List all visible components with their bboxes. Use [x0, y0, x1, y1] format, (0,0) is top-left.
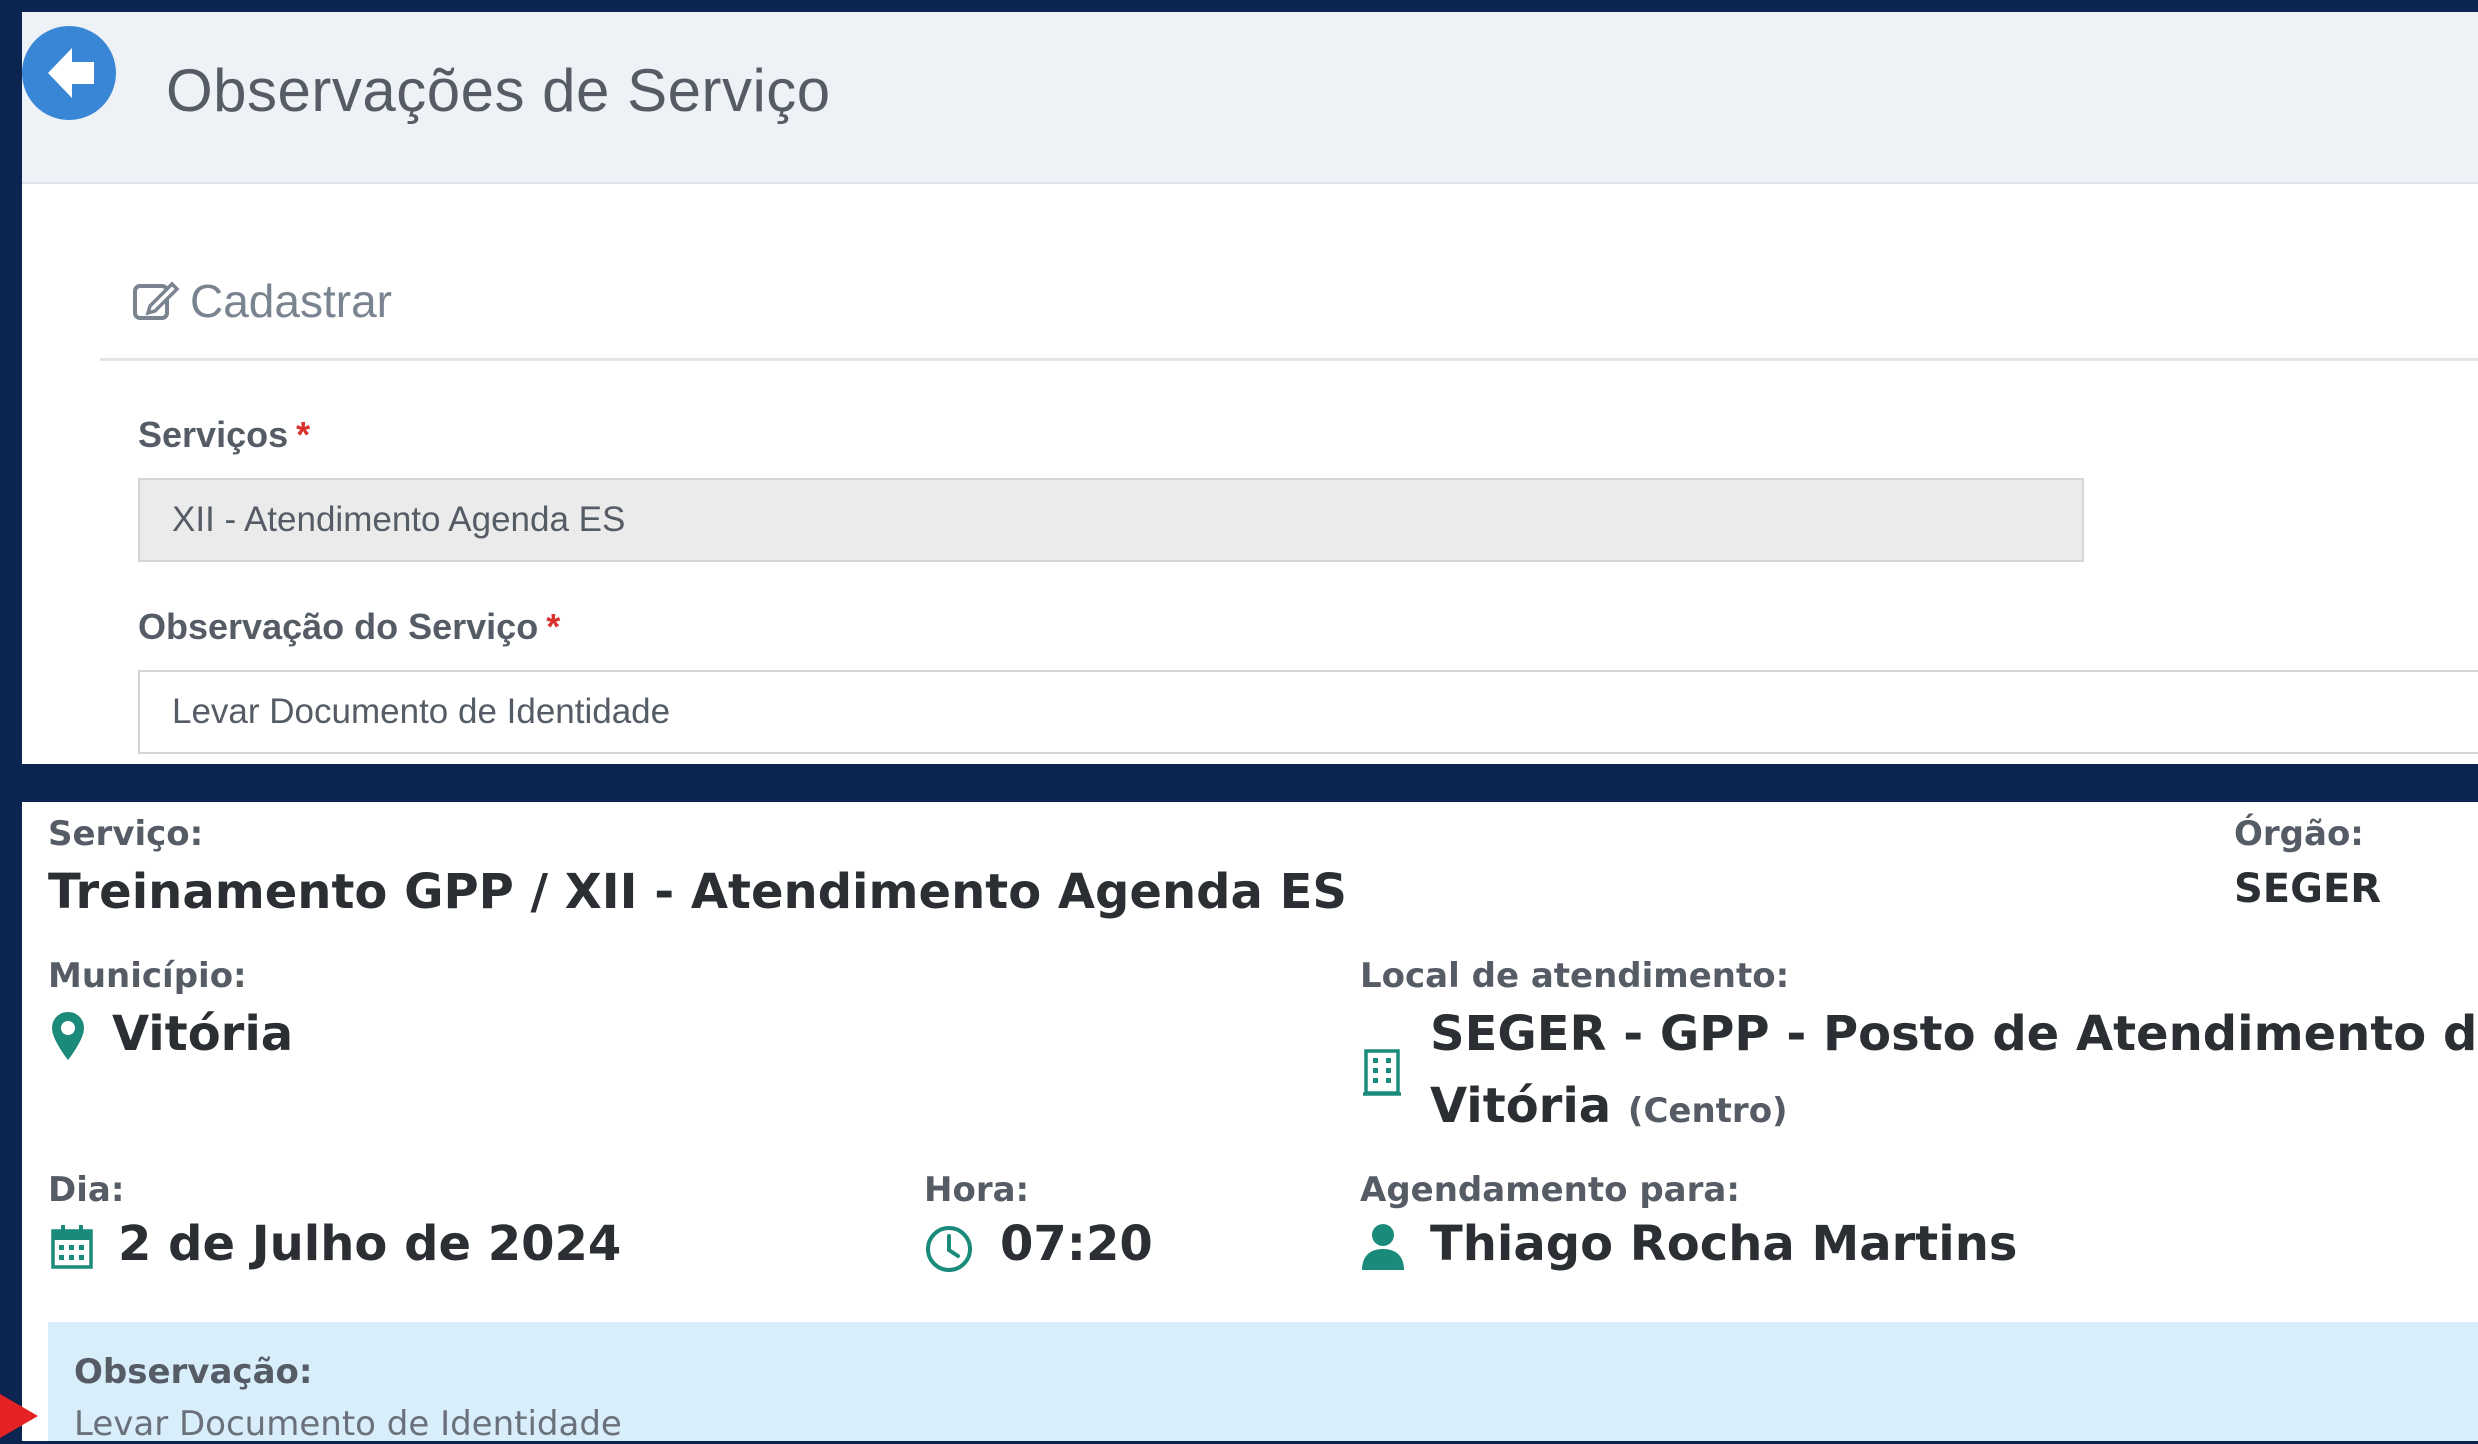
servicos-label-text: Serviços [138, 414, 289, 455]
dia-label: Dia: [48, 1170, 125, 1210]
agendamento-label: Agendamento para: [1360, 1170, 1740, 1210]
municipio-value: Vitória [112, 1006, 294, 1062]
user-icon [1362, 1224, 1404, 1270]
hora-label: Hora: [924, 1170, 1030, 1210]
observacao-value: Levar Documento de Identidade [74, 1404, 622, 1444]
municipio-label: Município: [48, 956, 247, 996]
clock-icon [926, 1226, 972, 1272]
building-icon [1363, 1049, 1401, 1096]
local-atendimento-value-line2: Vitória (Centro) [1430, 1078, 1788, 1134]
observacao-label: Observação: [74, 1352, 313, 1392]
page-title: Observações de Serviço [166, 57, 831, 124]
required-mark: * [546, 606, 561, 647]
arrow-pointer-marker [0, 1394, 38, 1438]
required-mark: * [296, 414, 311, 455]
calendar-icon [51, 1225, 93, 1269]
local-atendimento-value-line1: SEGER - GPP - Posto de Atendimento de [1430, 1006, 2478, 1062]
arrow-left-icon [48, 48, 94, 98]
local-atendimento-suffix: (Centro) [1627, 1091, 1788, 1131]
servico-label: Serviço: [48, 814, 204, 854]
dia-value: 2 de Julho de 2024 [118, 1216, 622, 1272]
edit-icon [133, 281, 180, 320]
observation-box: Observação: Levar Documento de Identidad… [48, 1322, 2478, 1444]
observacao-servico-label-text: Observação do Serviço [138, 606, 539, 647]
appointment-details-panel: Serviço: Treinamento GPP / XII - Atendim… [22, 802, 2478, 1444]
local-atendimento-label: Local de atendimento: [1360, 956, 1790, 996]
hora-value: 07:20 [1000, 1216, 1153, 1272]
servicos-field[interactable]: XII - Atendimento Agenda ES [138, 478, 2084, 562]
observacao-servico-label: Observação do Serviço * [138, 606, 560, 648]
servico-value: Treinamento GPP / XII - Atendimento Agen… [48, 864, 1347, 920]
observacao-servico-field[interactable]: Levar Documento de Identidade [138, 670, 2478, 754]
service-observation-form-panel: Observações de Serviço Cadastrar Serviço… [22, 12, 2478, 764]
section-divider [100, 358, 2478, 361]
servicos-label: Serviços * [138, 414, 310, 456]
page-header: Observações de Serviço [22, 12, 2478, 184]
agendamento-value: Thiago Rocha Martins [1430, 1216, 2018, 1272]
orgao-label: Órgão: [2234, 814, 2364, 854]
map-marker-icon [52, 1012, 84, 1060]
local-atendimento-city: Vitória [1430, 1078, 1612, 1134]
section-title: Cadastrar [190, 275, 392, 327]
back-button[interactable] [22, 26, 116, 120]
orgao-value: SEGER [2234, 866, 2382, 912]
